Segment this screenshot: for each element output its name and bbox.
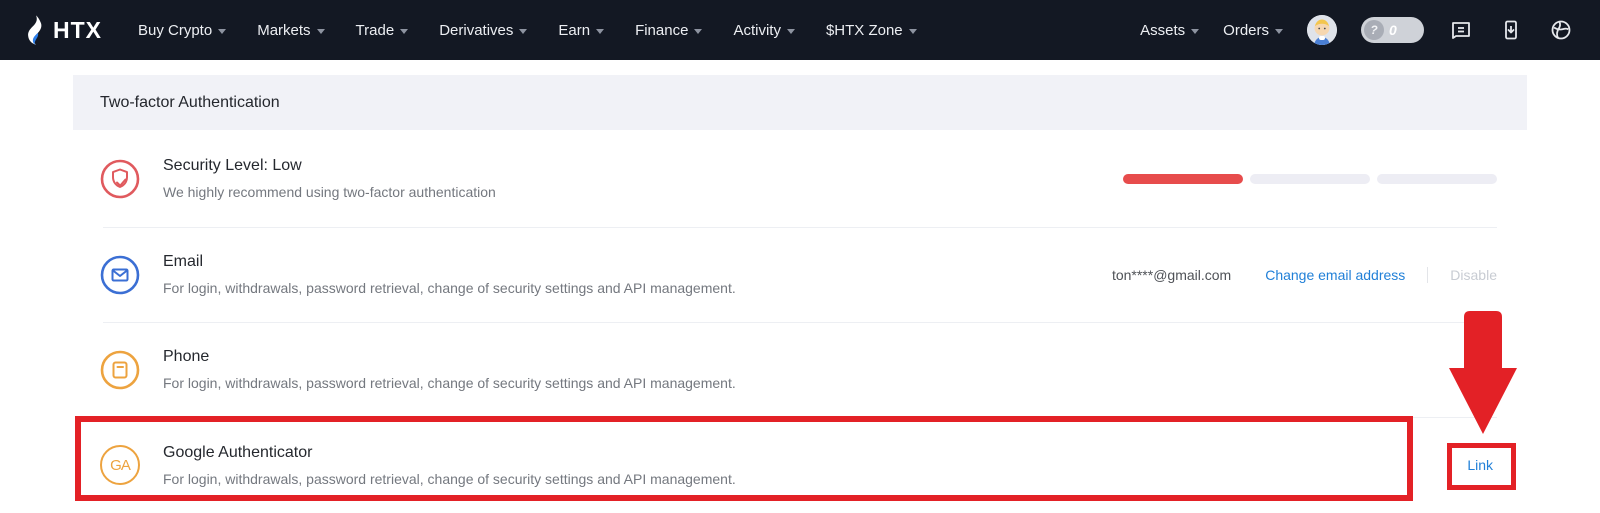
google-authenticator-subtitle: For login, withdrawals, password retriev… (163, 471, 736, 487)
flame-icon (24, 15, 46, 45)
google-authenticator-actions: Link (1467, 417, 1493, 513)
row-email: Email For login, withdrawals, password r… (73, 227, 1527, 322)
nav-activity[interactable]: Activity (733, 22, 795, 39)
change-email-link[interactable]: Change email address (1265, 267, 1405, 283)
row-text-block: Security Level: Low We highly recommend … (163, 157, 496, 200)
nav-label: Buy Crypto (138, 22, 212, 39)
rewards-pill[interactable]: ? 0 (1361, 17, 1424, 43)
masked-email-value: ton****@gmail.com (1112, 267, 1231, 283)
caret-down-icon (694, 29, 702, 34)
row-phone: Phone For login, withdrawals, password r… (73, 322, 1527, 417)
nav-trade[interactable]: Trade (356, 22, 409, 39)
row-text-block: Google Authenticator For login, withdraw… (163, 444, 736, 487)
email-icon (100, 255, 140, 295)
nav-label: Earn (558, 22, 590, 39)
nav-label: Trade (356, 22, 395, 39)
navbar-right-group: Assets Orders ? 0 (1140, 15, 1574, 45)
row-text-block: Email For login, withdrawals, password r… (163, 253, 736, 296)
row-google-authenticator: GA Google Authenticator For login, withd… (73, 417, 1527, 513)
progress-segment-empty (1250, 174, 1370, 184)
phone-icon (100, 350, 140, 390)
google-authenticator-icon: GA (100, 445, 140, 485)
vertical-divider (1427, 267, 1428, 283)
security-level-subtitle: We highly recommend using two-factor aut… (163, 184, 496, 200)
security-shield-icon (100, 159, 140, 199)
nav-label: Orders (1223, 22, 1269, 39)
nav-label: Derivatives (439, 22, 513, 39)
nav-label: $HTX Zone (826, 22, 903, 39)
nav-buy-crypto[interactable]: Buy Crypto (138, 22, 226, 39)
nav-label: Activity (733, 22, 781, 39)
nav-derivatives[interactable]: Derivatives (439, 22, 527, 39)
ga-badge: GA (100, 445, 140, 485)
panel-title: Two-factor Authentication (100, 94, 280, 112)
google-authenticator-title: Google Authenticator (163, 444, 736, 462)
nav-earn[interactable]: Earn (558, 22, 604, 39)
phone-title: Phone (163, 348, 736, 366)
main-menu: Buy Crypto Markets Trade Derivatives Ear… (138, 22, 917, 39)
panel-header: Two-factor Authentication (73, 75, 1527, 130)
nav-assets[interactable]: Assets (1140, 22, 1199, 39)
nav-markets[interactable]: Markets (257, 22, 324, 39)
brand-text: HTX (53, 17, 102, 44)
language-globe-icon[interactable] (1548, 17, 1574, 43)
caret-down-icon (1191, 29, 1199, 34)
nav-label: Assets (1140, 22, 1185, 39)
caret-down-icon (787, 29, 795, 34)
htx-logo[interactable]: HTX (24, 15, 102, 45)
announcements-icon[interactable] (1448, 17, 1474, 43)
nav-label: Markets (257, 22, 310, 39)
security-level-title: Security Level: Low (163, 157, 496, 175)
caret-down-icon (519, 29, 527, 34)
nav-finance[interactable]: Finance (635, 22, 702, 39)
row-text-block: Phone For login, withdrawals, password r… (163, 348, 736, 391)
caret-down-icon (909, 29, 917, 34)
security-level-bar (1123, 174, 1497, 184)
coin-icon: ? (1364, 20, 1384, 40)
rewards-count: 0 (1389, 22, 1397, 38)
caret-down-icon (596, 29, 604, 34)
email-title: Email (163, 253, 736, 271)
progress-segment-empty (1377, 174, 1497, 184)
row-security-level: Security Level: Low We highly recommend … (73, 130, 1527, 227)
nav-label: Finance (635, 22, 688, 39)
progress-segment-filled (1123, 174, 1243, 184)
user-avatar[interactable] (1307, 15, 1337, 45)
ga-letters: GA (110, 457, 130, 474)
caret-down-icon (1275, 29, 1283, 34)
nav-htx-zone[interactable]: $HTX Zone (826, 22, 917, 39)
email-actions: ton****@gmail.com Change email address D… (1112, 227, 1497, 322)
email-subtitle: For login, withdrawals, password retriev… (163, 280, 736, 296)
phone-subtitle: For login, withdrawals, password retriev… (163, 375, 736, 391)
security-progress (1123, 130, 1497, 227)
caret-down-icon (218, 29, 226, 34)
nav-orders[interactable]: Orders (1223, 22, 1283, 39)
caret-down-icon (400, 29, 408, 34)
security-settings-panel: Two-factor Authentication Security Level… (73, 75, 1527, 513)
link-google-authenticator-button[interactable]: Link (1467, 457, 1493, 473)
top-navbar: HTX Buy Crypto Markets Trade Derivatives… (0, 0, 1600, 60)
disable-email-button[interactable]: Disable (1450, 267, 1497, 283)
app-download-icon[interactable] (1498, 17, 1524, 43)
caret-down-icon (317, 29, 325, 34)
